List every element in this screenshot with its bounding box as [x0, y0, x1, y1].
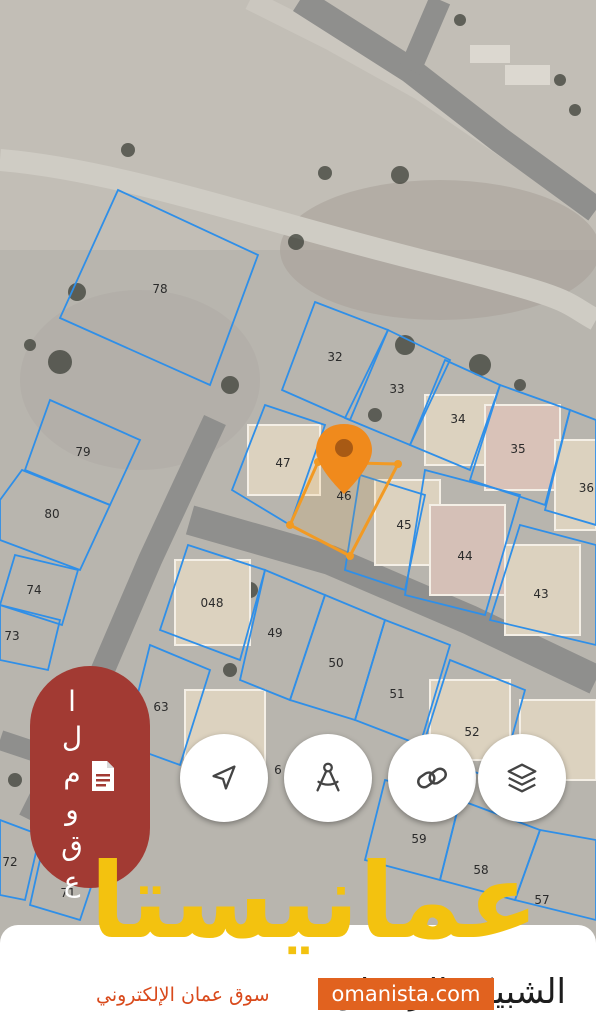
pill-letter: ل	[61, 721, 83, 754]
brand-tagline: سوق عمان الإلكتروني	[96, 984, 270, 1006]
parcel-label: 35	[510, 442, 525, 456]
parcel-label: 78	[152, 282, 167, 296]
navigation-arrow-icon	[212, 765, 236, 790]
pill-letter: و	[65, 793, 79, 826]
pill-letter: ق	[61, 829, 83, 862]
parcel-label: 74	[26, 583, 41, 597]
parcel-label: 51	[389, 687, 404, 701]
parcel-label: 32	[327, 350, 342, 364]
layers-button[interactable]	[478, 734, 566, 822]
parcel-label: 63	[153, 700, 168, 714]
link-button[interactable]	[388, 734, 476, 822]
parcel-label: 33	[389, 382, 404, 396]
parcel-label: 43	[533, 587, 548, 601]
brand-watermark: عمانيستا	[90, 840, 541, 962]
parcel-label: 52	[464, 725, 479, 739]
parcel-label: 36	[579, 481, 594, 495]
parcel-label: 048	[201, 596, 224, 610]
parcel-label: 49	[267, 626, 282, 640]
site-badge: omanista.com	[318, 978, 494, 1010]
pill-letter: ع	[63, 865, 81, 898]
parcel-label: 73	[4, 629, 19, 643]
pill-letter: ا	[68, 685, 76, 718]
link-icon	[417, 767, 447, 789]
layers-icon	[507, 763, 537, 793]
side-panel-letters: ا ل م و ق ع	[52, 684, 92, 900]
compass-drafting-icon	[316, 762, 340, 792]
parcel-label: 50	[328, 656, 343, 670]
document-icon[interactable]	[90, 760, 116, 792]
parcel-label: 80	[44, 507, 59, 521]
parcel-label: 79	[75, 445, 90, 459]
locate-button[interactable]	[180, 734, 268, 822]
parcel-label: 47	[275, 456, 290, 470]
parcel-label: 44	[457, 549, 472, 563]
pill-letter: م	[63, 757, 81, 790]
parcel-label: 6	[274, 763, 282, 777]
parcel-label: 34	[450, 412, 465, 426]
parcel-label: 45	[396, 518, 411, 532]
measure-button[interactable]	[284, 734, 372, 822]
parcel-label: 72	[2, 855, 17, 869]
